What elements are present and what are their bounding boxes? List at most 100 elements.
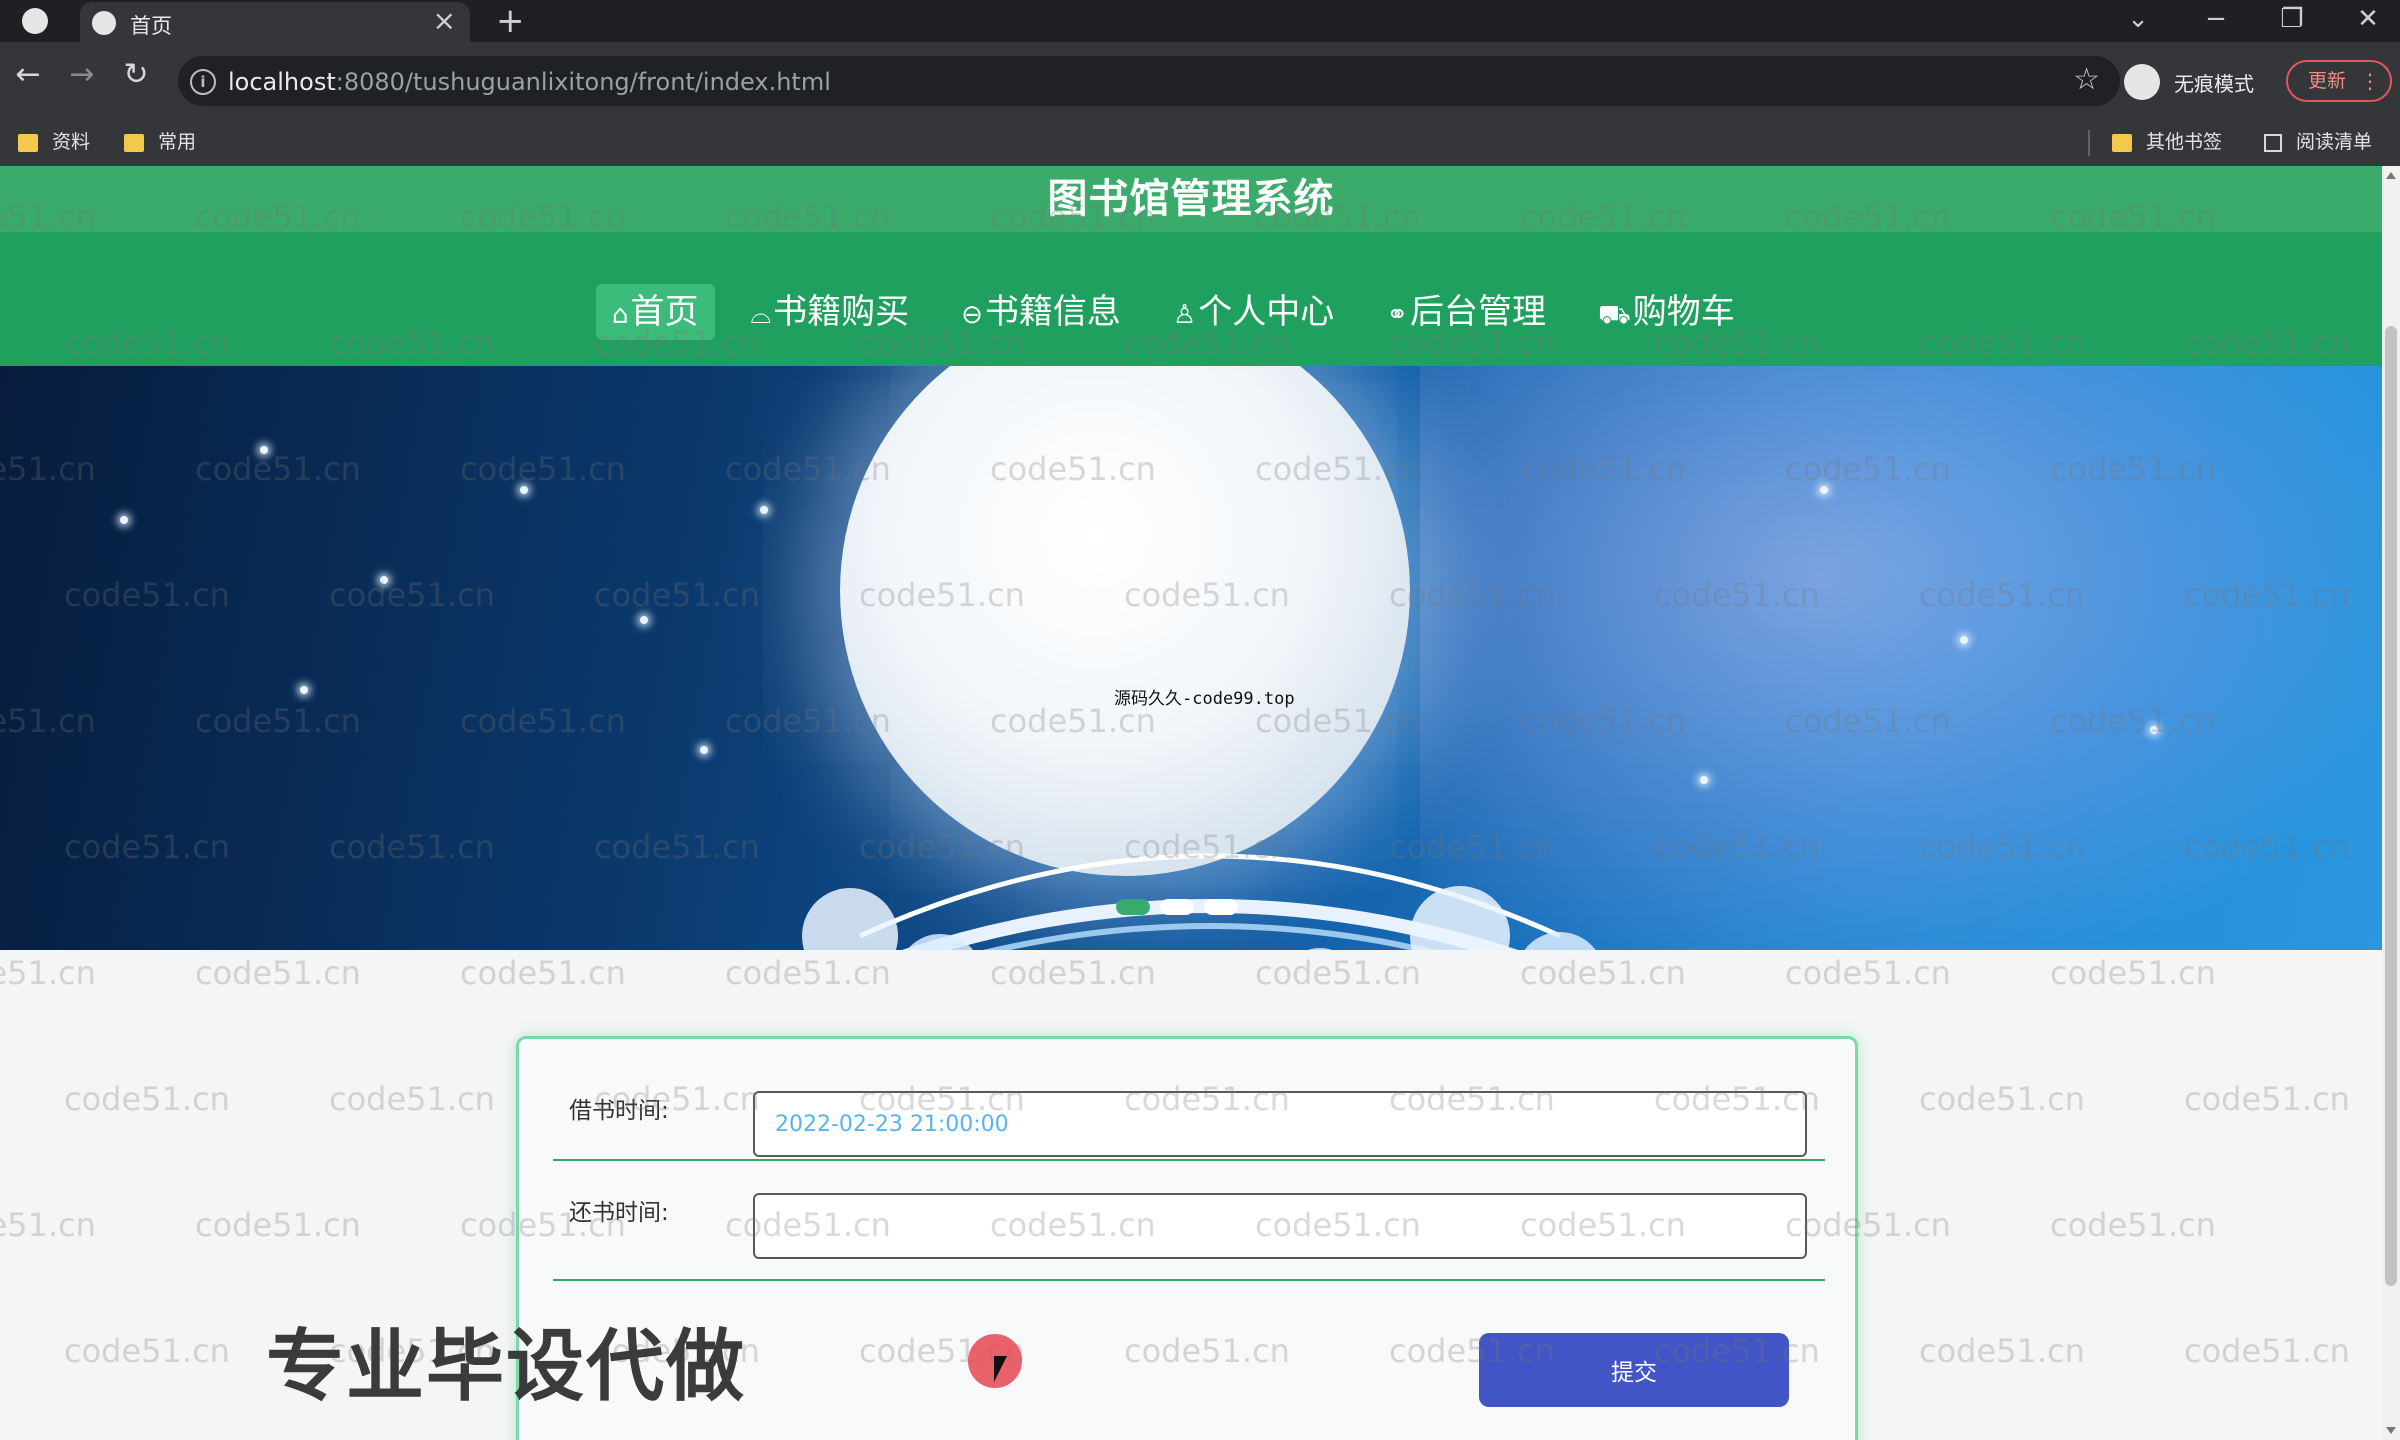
url-text: localhost:8080/tushuguanlixitong/front/i…: [228, 68, 831, 96]
url-host: localhost: [228, 68, 336, 96]
scroll-down-icon[interactable]: [2386, 1427, 2396, 1434]
address-bar[interactable]: i localhost:8080/tushuguanlixitong/front…: [178, 56, 2120, 106]
star-sparkle: [2150, 726, 2158, 734]
page-scrollbar[interactable]: [2382, 166, 2400, 1440]
star-sparkle: [120, 516, 128, 524]
carousel-dot[interactable]: [1204, 899, 1238, 915]
bookmark-folder[interactable]: 常用: [124, 128, 196, 156]
star-sparkle: [520, 486, 528, 494]
browser-toolbar: ← → ↻ i localhost:8080/tushuguanlixitong…: [0, 42, 2400, 120]
forward-icon[interactable]: →: [64, 58, 100, 92]
return-time-input[interactable]: [753, 1193, 1807, 1259]
folder-icon: [2112, 133, 2132, 152]
cart-icon: ⛟: [1598, 300, 1631, 330]
hero-carousel[interactable]: 源码久久-code99.top: [0, 366, 2382, 950]
watermark-text: code51.cn: [460, 954, 626, 992]
star-sparkle: [1820, 486, 1828, 494]
nav-label: 后台管理: [1410, 292, 1546, 332]
bookmark-folder[interactable]: 资料: [18, 128, 90, 156]
watermark-text: code51.cn: [990, 954, 1156, 992]
more-menu-icon[interactable]: ⋮: [2360, 62, 2380, 100]
star-sparkle: [260, 446, 268, 454]
folder-icon: [124, 133, 144, 152]
user-icon: ♙: [1172, 300, 1197, 330]
carousel-indicators: [1116, 899, 1238, 915]
incognito-label: 无痕模式: [2174, 72, 2254, 96]
nav-item-home[interactable]: ⌂首页: [596, 284, 715, 340]
watermark-text: code51.cn: [2184, 1332, 2350, 1370]
reload-icon[interactable]: ↻: [118, 58, 154, 92]
carousel-dot[interactable]: [1116, 899, 1150, 915]
site-info-icon[interactable]: i: [190, 69, 216, 95]
bookmarks-bar: 资料 常用 其他书签 阅读清单: [0, 120, 2400, 167]
incognito-icon[interactable]: [2124, 64, 2160, 100]
watermark-text: code51.cn: [2050, 954, 2216, 992]
browser-tab-strip: 首页 × + ⌄ − ❐ ✕: [0, 0, 2400, 42]
site-header: 图书馆管理系统: [0, 166, 2382, 232]
url-path: :8080/tushuguanlixitong/front/index.html: [335, 68, 831, 96]
star-sparkle: [700, 746, 708, 754]
book-icon: ⌓: [750, 300, 772, 330]
nav-label: 购物车: [1632, 292, 1735, 332]
nav-label: 书籍购买: [773, 292, 910, 332]
globe-icon: [92, 11, 116, 35]
watermark-text: code51.cn: [0, 954, 96, 992]
watermark-text: code51.cn: [2050, 1206, 2216, 1244]
nav-item-book-purchase[interactable]: ⌓书籍购买: [735, 284, 926, 340]
star-sparkle: [640, 616, 648, 624]
watermark-text: code51.cn: [329, 1080, 495, 1118]
bridge-illustration: [802, 853, 1596, 950]
scroll-thumb[interactable]: [2385, 326, 2397, 1286]
submit-button[interactable]: 提交: [1479, 1333, 1789, 1407]
promo-overlay-text: 专业毕设代做: [266, 1322, 747, 1412]
borrow-time-row: 借书时间:: [553, 1039, 1825, 1161]
watermark-text: code51.cn: [2184, 1080, 2350, 1118]
star-sparkle: [1700, 776, 1708, 784]
watermark-text: code51.cn: [64, 1080, 230, 1118]
mouse-cursor-icon: [994, 1356, 1007, 1382]
nav-menu: ⌂首页 ⌓书籍购买 ⊖书籍信息 ♙个人中心 ⚭后台管理 ⛟购物车: [596, 284, 1751, 340]
other-bookmarks[interactable]: 其他书签: [2112, 128, 2222, 156]
restore-icon[interactable]: ❐: [2272, 2, 2312, 36]
star-sparkle: [760, 506, 768, 514]
star-sparkle: [380, 576, 388, 584]
minimize-icon[interactable]: −: [2196, 2, 2236, 36]
nav-item-personal-center[interactable]: ♙个人中心: [1157, 284, 1350, 340]
nav-item-cart[interactable]: ⛟购物车: [1582, 284, 1751, 340]
browser-tab[interactable]: 首页 ×: [80, 2, 470, 42]
banner-caption: 源码久久-code99.top: [1114, 689, 1295, 709]
tab-search-icon[interactable]: ⌄: [2118, 2, 2158, 36]
watermark-text: code51.cn: [0, 1206, 96, 1244]
print-icon: ⊖: [961, 300, 983, 330]
watermark-text: code51.cn: [1919, 1080, 2085, 1118]
bookmark-label: 其他书签: [2146, 131, 2223, 153]
link-icon: ⚭: [1386, 300, 1408, 330]
site-title: 图书馆管理系统: [1047, 176, 1335, 222]
tab-title: 首页: [130, 14, 172, 38]
nav-item-book-info[interactable]: ⊖书籍信息: [945, 284, 1137, 340]
back-icon[interactable]: ←: [10, 58, 46, 92]
update-button[interactable]: 更新 ⋮: [2286, 60, 2392, 102]
close-window-icon[interactable]: ✕: [2348, 2, 2388, 36]
chrome-logo-icon: [22, 8, 48, 34]
carousel-dot[interactable]: [1160, 899, 1194, 915]
reading-list[interactable]: 阅读清单: [2264, 128, 2372, 156]
update-label: 更新: [2308, 70, 2347, 92]
new-tab-icon[interactable]: +: [496, 2, 525, 40]
bookmark-label: 阅读清单: [2296, 131, 2373, 153]
watermark-text: code51.cn: [195, 1206, 361, 1244]
bookmark-star-icon[interactable]: ☆: [2073, 62, 2100, 98]
close-tab-icon[interactable]: ×: [433, 5, 456, 37]
nav-label: 书籍信息: [984, 292, 1121, 332]
nav-label: 个人中心: [1198, 292, 1335, 332]
home-icon: ⌂: [612, 300, 629, 330]
borrow-time-label: 借书时间:: [569, 1098, 669, 1124]
nav-label: 首页: [630, 292, 699, 332]
watermark-text: code51.cn: [1255, 954, 1421, 992]
return-time-row: 还书时间:: [553, 1159, 1825, 1281]
nav-item-admin[interactable]: ⚭后台管理: [1370, 284, 1562, 340]
borrow-time-input[interactable]: [753, 1091, 1807, 1157]
scroll-up-icon[interactable]: [2386, 172, 2396, 179]
main-nav: ⌂首页 ⌓书籍购买 ⊖书籍信息 ♙个人中心 ⚭后台管理 ⛟购物车: [0, 232, 2382, 366]
return-time-label: 还书时间:: [569, 1200, 669, 1226]
